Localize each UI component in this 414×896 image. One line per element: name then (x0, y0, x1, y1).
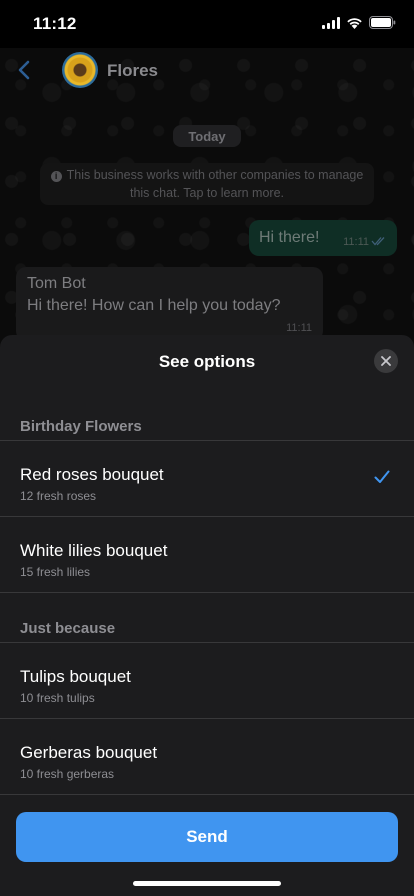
business-notice[interactable]: i This business works with other companie… (40, 163, 374, 205)
date-label: Today (188, 128, 226, 144)
divider (0, 592, 414, 593)
chat-header: Flores (0, 48, 414, 94)
section-header-birthday-flowers: Birthday Flowers (20, 418, 142, 435)
option-title: Red roses bouquet (20, 465, 164, 484)
battery-icon (369, 16, 396, 29)
sheet-title: See options (158, 352, 256, 371)
date-pill: Today (173, 125, 241, 147)
option-subtitle: 12 fresh roses (20, 489, 97, 503)
status-icons (322, 16, 396, 29)
option-gerberas-bouquet[interactable]: Gerberas bouquet 10 fresh gerberas (0, 719, 414, 794)
status-time: 11:12 (33, 14, 77, 33)
option-title: White lilies bouquet (20, 541, 168, 560)
close-button[interactable] (374, 349, 398, 373)
option-tulips-bouquet[interactable]: Tulips bouquet 10 fresh tulips (0, 643, 414, 718)
option-subtitle: 10 fresh tulips (20, 691, 95, 705)
business-notice-text: This business works with other companies… (66, 168, 364, 200)
incoming-message-sender: Tom Bot (27, 275, 86, 292)
options-sheet: See options Birthday Flowers Red roses b… (0, 335, 414, 896)
option-subtitle: 15 fresh lilies (20, 565, 91, 579)
outgoing-message-time: 11:11 (343, 236, 369, 248)
section-header-just-because: Just because (20, 620, 116, 637)
checkmark-icon (374, 470, 390, 483)
option-title: Tulips bouquet (20, 667, 131, 686)
incoming-message-time: 11:11 (286, 322, 312, 334)
chat-title[interactable]: Flores (107, 61, 158, 81)
incoming-message-bubble[interactable]: Tom Bot Hi there! How can I help you tod… (16, 267, 323, 341)
signal-icon (322, 16, 340, 29)
outgoing-message-bubble[interactable]: Hi there! 11:11 (249, 220, 397, 256)
incoming-message-text: Hi there! How can I help you today? (27, 297, 281, 314)
option-white-lilies-bouquet[interactable]: White lilies bouquet 15 fresh lilies (0, 517, 414, 592)
divider (0, 794, 414, 795)
status-bar: 11:12 (0, 0, 414, 48)
send-button[interactable]: Send (16, 812, 398, 862)
back-chevron-icon (18, 60, 30, 80)
wifi-icon (347, 17, 362, 29)
double-check-icon (371, 237, 385, 246)
home-indicator (133, 881, 281, 886)
info-icon: i (50, 171, 62, 182)
back-button[interactable] (8, 54, 40, 86)
avatar[interactable] (62, 52, 98, 88)
outgoing-message-text: Hi there! (259, 229, 320, 246)
option-subtitle: 10 fresh gerberas (20, 767, 115, 781)
option-red-roses-bouquet[interactable]: Red roses bouquet 12 fresh roses (0, 441, 414, 516)
option-title: Gerberas bouquet (20, 743, 158, 762)
close-icon (381, 356, 391, 366)
send-button-label: Send (186, 827, 228, 846)
